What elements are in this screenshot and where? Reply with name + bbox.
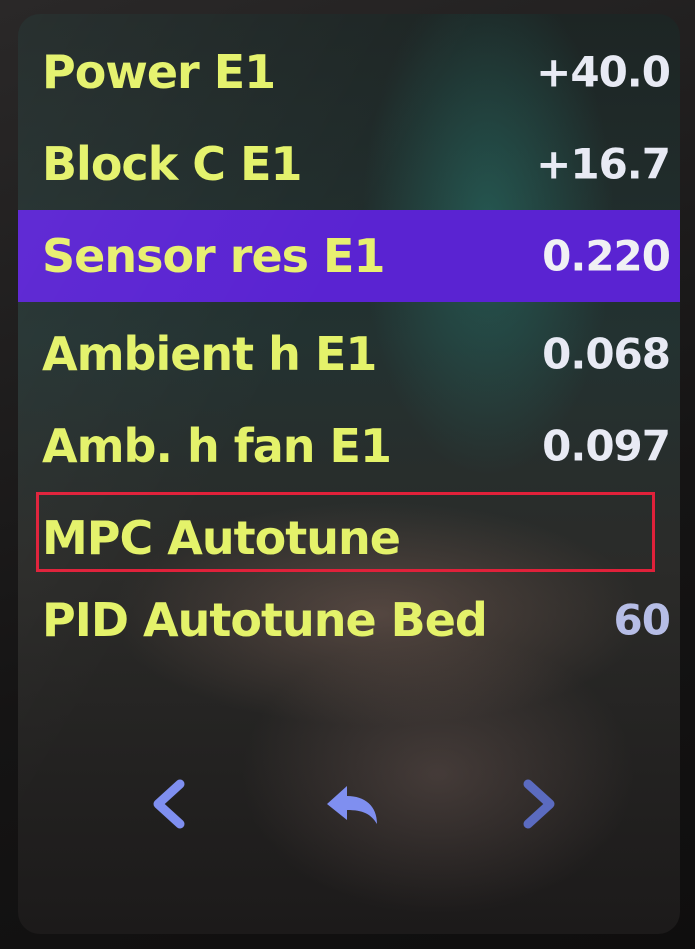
menu-item-ambient-h-e1[interactable]: Ambient h E1 0.068 — [18, 308, 680, 400]
back-arrow-icon — [327, 786, 377, 824]
menu-item-label: Ambient h E1 — [42, 327, 377, 381]
menu-item-value: 60 — [613, 595, 671, 645]
lcd-screen: Power E1 +40.0 Block C E1 +16.7 Sensor r… — [18, 14, 680, 934]
menu-item-power-e1[interactable]: Power E1 +40.0 — [18, 26, 680, 118]
menu-item-amb-h-fan-e1[interactable]: Amb. h fan E1 0.097 — [18, 400, 680, 492]
chevron-right-icon — [523, 779, 555, 829]
selection-highlight-box — [36, 492, 655, 572]
menu-item-value: 0.068 — [542, 329, 671, 379]
menu-item-value: +40.0 — [536, 47, 671, 97]
menu-item-label: Block C E1 — [42, 137, 303, 191]
menu-item-label: Sensor res E1 — [42, 229, 385, 283]
menu-item-value: +16.7 — [536, 139, 671, 189]
menu-item-value: 0.220 — [542, 231, 671, 281]
menu-item-label: PID Autotune Bed — [42, 593, 488, 647]
menu-item-label: Amb. h fan E1 — [42, 419, 392, 473]
menu-item-pid-autotune-bed[interactable]: PID Autotune Bed 60 — [18, 574, 680, 666]
menu-item-block-c-e1[interactable]: Block C E1 +16.7 — [18, 118, 680, 210]
chevron-left-icon — [153, 779, 185, 829]
back-button[interactable] — [323, 774, 383, 834]
prev-page-button[interactable] — [140, 774, 200, 834]
menu-item-sensor-res-e1[interactable]: Sensor res E1 0.220 — [18, 210, 680, 302]
next-page-button[interactable] — [508, 774, 568, 834]
menu-item-label: Power E1 — [42, 45, 276, 99]
menu-item-value: 0.097 — [542, 421, 671, 471]
